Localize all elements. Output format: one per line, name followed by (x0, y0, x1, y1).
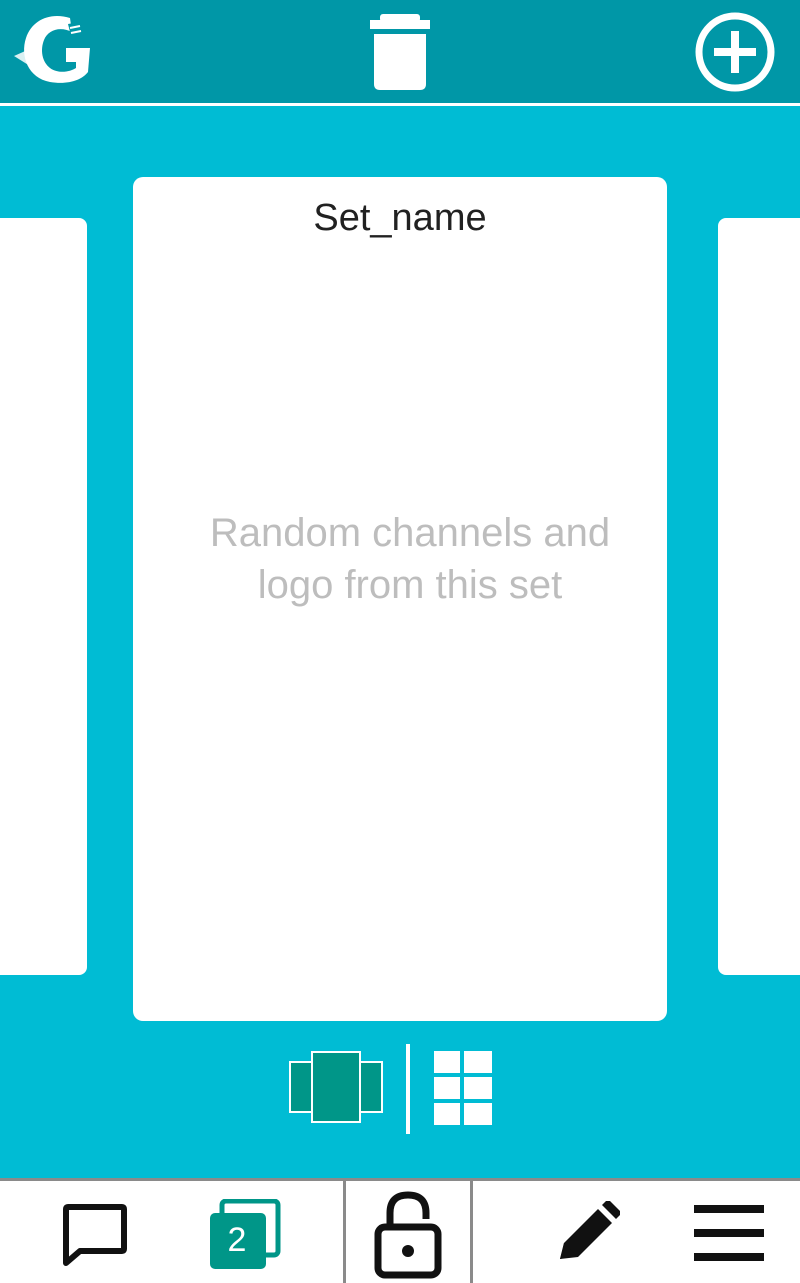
current-set-card[interactable]: Set_name Random channels and logo from t… (133, 177, 667, 1021)
set-name-title: Set_name (313, 197, 487, 239)
carousel-view-icon[interactable] (288, 1050, 384, 1126)
view-toggle-divider (406, 1044, 410, 1134)
next-set-card[interactable] (718, 218, 800, 975)
bottom-bar-separator (470, 1181, 473, 1283)
set-preview-placeholder: Random channels and logo from this set (209, 511, 611, 607)
pencil-icon[interactable] (556, 1201, 620, 1263)
chat-icon[interactable] (62, 1203, 128, 1267)
bottom-bar-separator (343, 1181, 346, 1283)
app-logo[interactable] (10, 10, 100, 90)
top-app-bar (0, 0, 800, 106)
menu-icon[interactable] (694, 1203, 764, 1263)
bottom-navigation-bar: 2 (0, 1178, 800, 1283)
trash-icon[interactable] (368, 14, 432, 92)
previous-set-card[interactable] (0, 218, 87, 975)
plus-circle-icon[interactable] (694, 11, 776, 93)
lock-open-icon[interactable] (374, 1189, 442, 1279)
sets-count-label: 2 (227, 1221, 247, 1259)
grid-view-icon[interactable] (434, 1051, 492, 1125)
